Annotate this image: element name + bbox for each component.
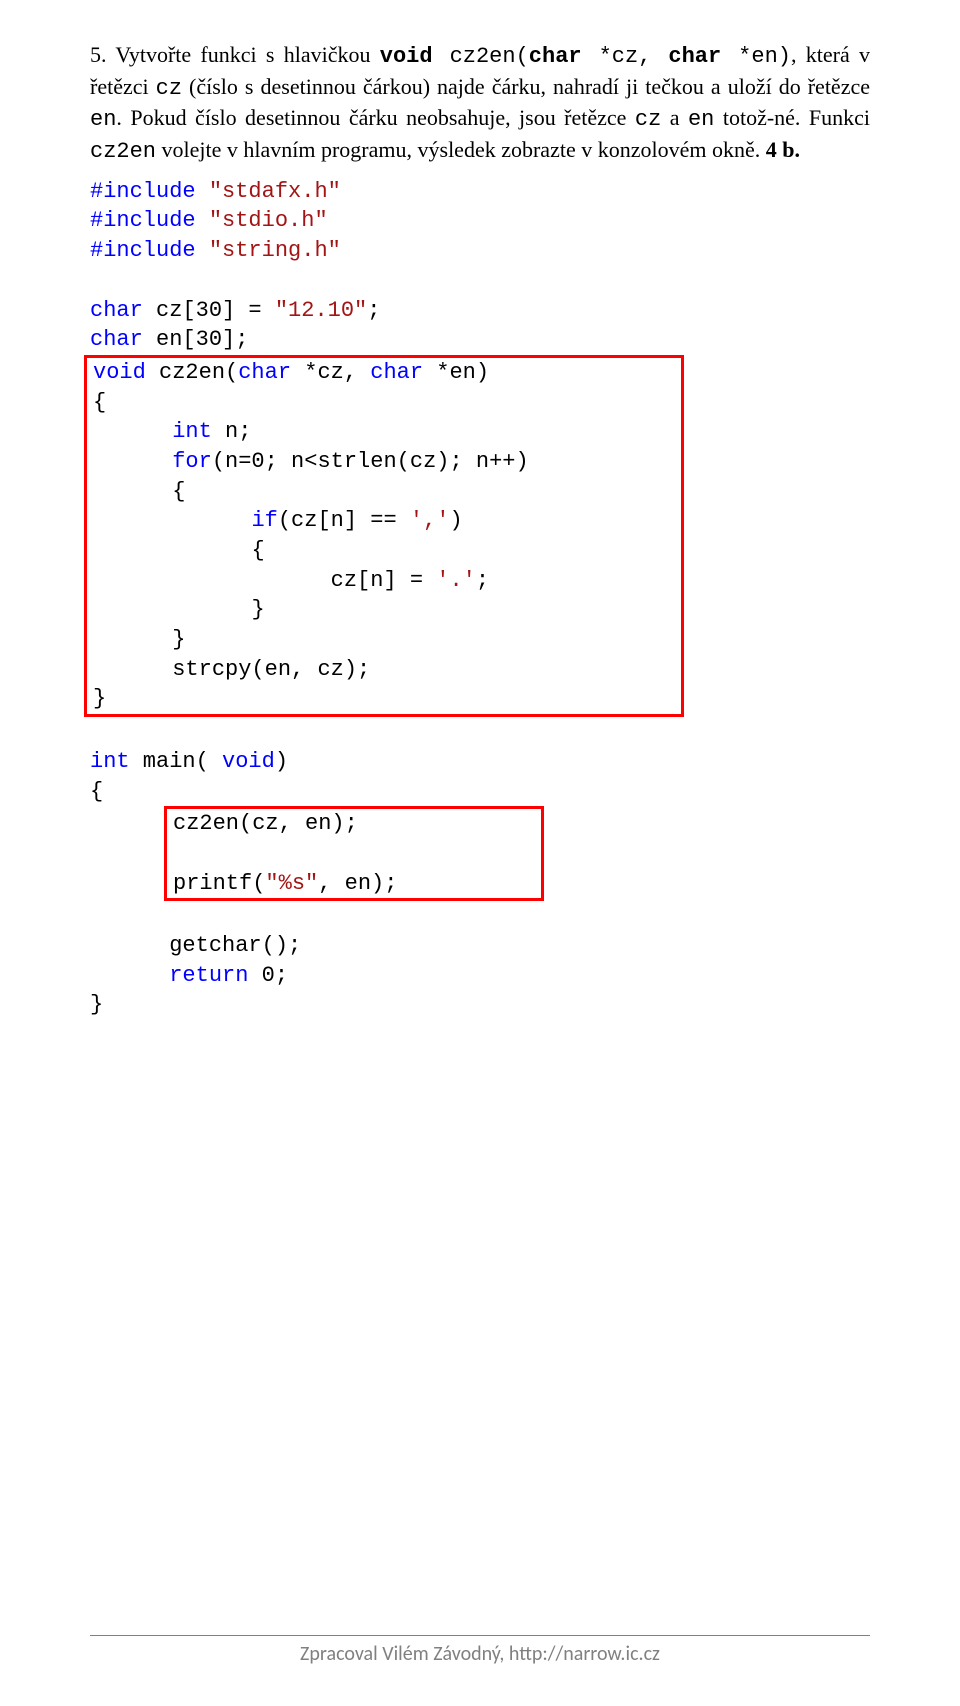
task-points: 4 b. <box>766 137 800 162</box>
sig-mid1: cz2en( <box>433 44 529 69</box>
printf-a: printf( <box>173 871 265 896</box>
strcpy: strcpy(en, cz); <box>172 657 370 682</box>
kw-return: return <box>169 963 248 988</box>
kw-char: char <box>238 360 291 385</box>
main-b: ) <box>275 749 288 774</box>
task-paragraph: 5. Vytvořte funkci s hlavičkou void cz2e… <box>90 40 870 167</box>
if-b: ',' <box>410 508 450 533</box>
footer-text: Zpracoval Vilém Závodný, http://narrow.i… <box>300 1642 660 1666</box>
kw-include: #include <box>90 179 196 204</box>
fn-sig-b: *cz, <box>291 360 370 385</box>
task-text-4: . Pokud číslo desetinnou čárku neobsahuj… <box>116 105 635 130</box>
call: cz2en(cz, en); <box>173 811 358 836</box>
sig-mid3: *en) <box>721 44 791 69</box>
kw-char: char <box>90 298 143 323</box>
kw-int: int <box>90 749 130 774</box>
sig-mid2: *cz, <box>582 44 669 69</box>
main-a: main( <box>130 749 222 774</box>
lbrace: { <box>90 779 103 804</box>
if-a: (cz[n] == <box>278 508 410 533</box>
highlight-box-function: void cz2en(char *cz, char *en) { int n; … <box>84 355 684 717</box>
kw-char: char <box>90 327 143 352</box>
fn-sig-c: *en) <box>423 360 489 385</box>
rbrace: } <box>93 686 106 711</box>
lbrace: { <box>93 390 106 415</box>
if-c: ) <box>449 508 462 533</box>
inc-stdafx: "stdafx.h" <box>196 179 341 204</box>
lbrace: { <box>251 538 264 563</box>
inc-stdio: "stdio.h" <box>196 208 328 233</box>
getchar: getchar(); <box>169 933 301 958</box>
rbrace: } <box>172 627 185 652</box>
fn-sig-a: cz2en( <box>146 360 238 385</box>
rbrace: } <box>90 992 103 1017</box>
m-en2: en <box>688 107 714 132</box>
task-text-1: Vytvořte funkci s hlavičkou <box>115 42 379 67</box>
footer-divider <box>90 1635 870 1636</box>
page: 5. Vytvořte funkci s hlavičkou void cz2e… <box>0 0 960 1706</box>
kw-for: for <box>172 449 212 474</box>
m-fn: cz2en <box>90 139 156 164</box>
kw-include: #include <box>90 238 196 263</box>
n-decl: n; <box>212 419 252 444</box>
m-cz2: cz <box>635 107 661 132</box>
task-text-5: a <box>661 105 688 130</box>
kw-void: void <box>222 749 275 774</box>
kw-include: #include <box>90 208 196 233</box>
assign-a: cz[n] = <box>331 568 437 593</box>
m-en: en <box>90 107 116 132</box>
rbrace: } <box>251 597 264 622</box>
footer: Zpracoval Vilém Závodný, http://narrow.i… <box>90 1625 870 1666</box>
decl-cz-c: ; <box>367 298 380 323</box>
return-v: 0; <box>248 963 288 988</box>
assign-b: '.' <box>436 568 476 593</box>
task-text-7: volejte v hlavním programu, výsledek zob… <box>156 137 766 162</box>
highlight-box-call: cz2en(cz, en); printf("%s", en); <box>164 806 544 901</box>
kw-void: void <box>93 360 146 385</box>
kw-if: if <box>251 508 277 533</box>
task-text-3: (číslo s desetinnou čárkou) najde čárku,… <box>182 74 870 99</box>
for-body: (n=0; n<strlen(cz); n++) <box>212 449 529 474</box>
code-block: #include "stdafx.h" #include "stdio.h" #… <box>90 177 870 1020</box>
printf-b: "%s" <box>265 871 318 896</box>
lbrace: { <box>172 479 185 504</box>
sig-char1: char <box>529 44 582 69</box>
decl-cz-a: cz[30] = <box>143 298 275 323</box>
decl-en: en[30]; <box>143 327 249 352</box>
inc-string: "string.h" <box>196 238 341 263</box>
printf-c: , en); <box>318 871 397 896</box>
m-cz: cz <box>156 76 182 101</box>
decl-cz-b: "12.10" <box>275 298 367 323</box>
assign-c: ; <box>476 568 489 593</box>
kw-int: int <box>172 419 212 444</box>
sig-char2: char <box>668 44 721 69</box>
sig-void: void <box>380 44 433 69</box>
task-number: 5. <box>90 42 107 67</box>
kw-char: char <box>370 360 423 385</box>
task-text-6: totož-né. Funkci <box>714 105 870 130</box>
